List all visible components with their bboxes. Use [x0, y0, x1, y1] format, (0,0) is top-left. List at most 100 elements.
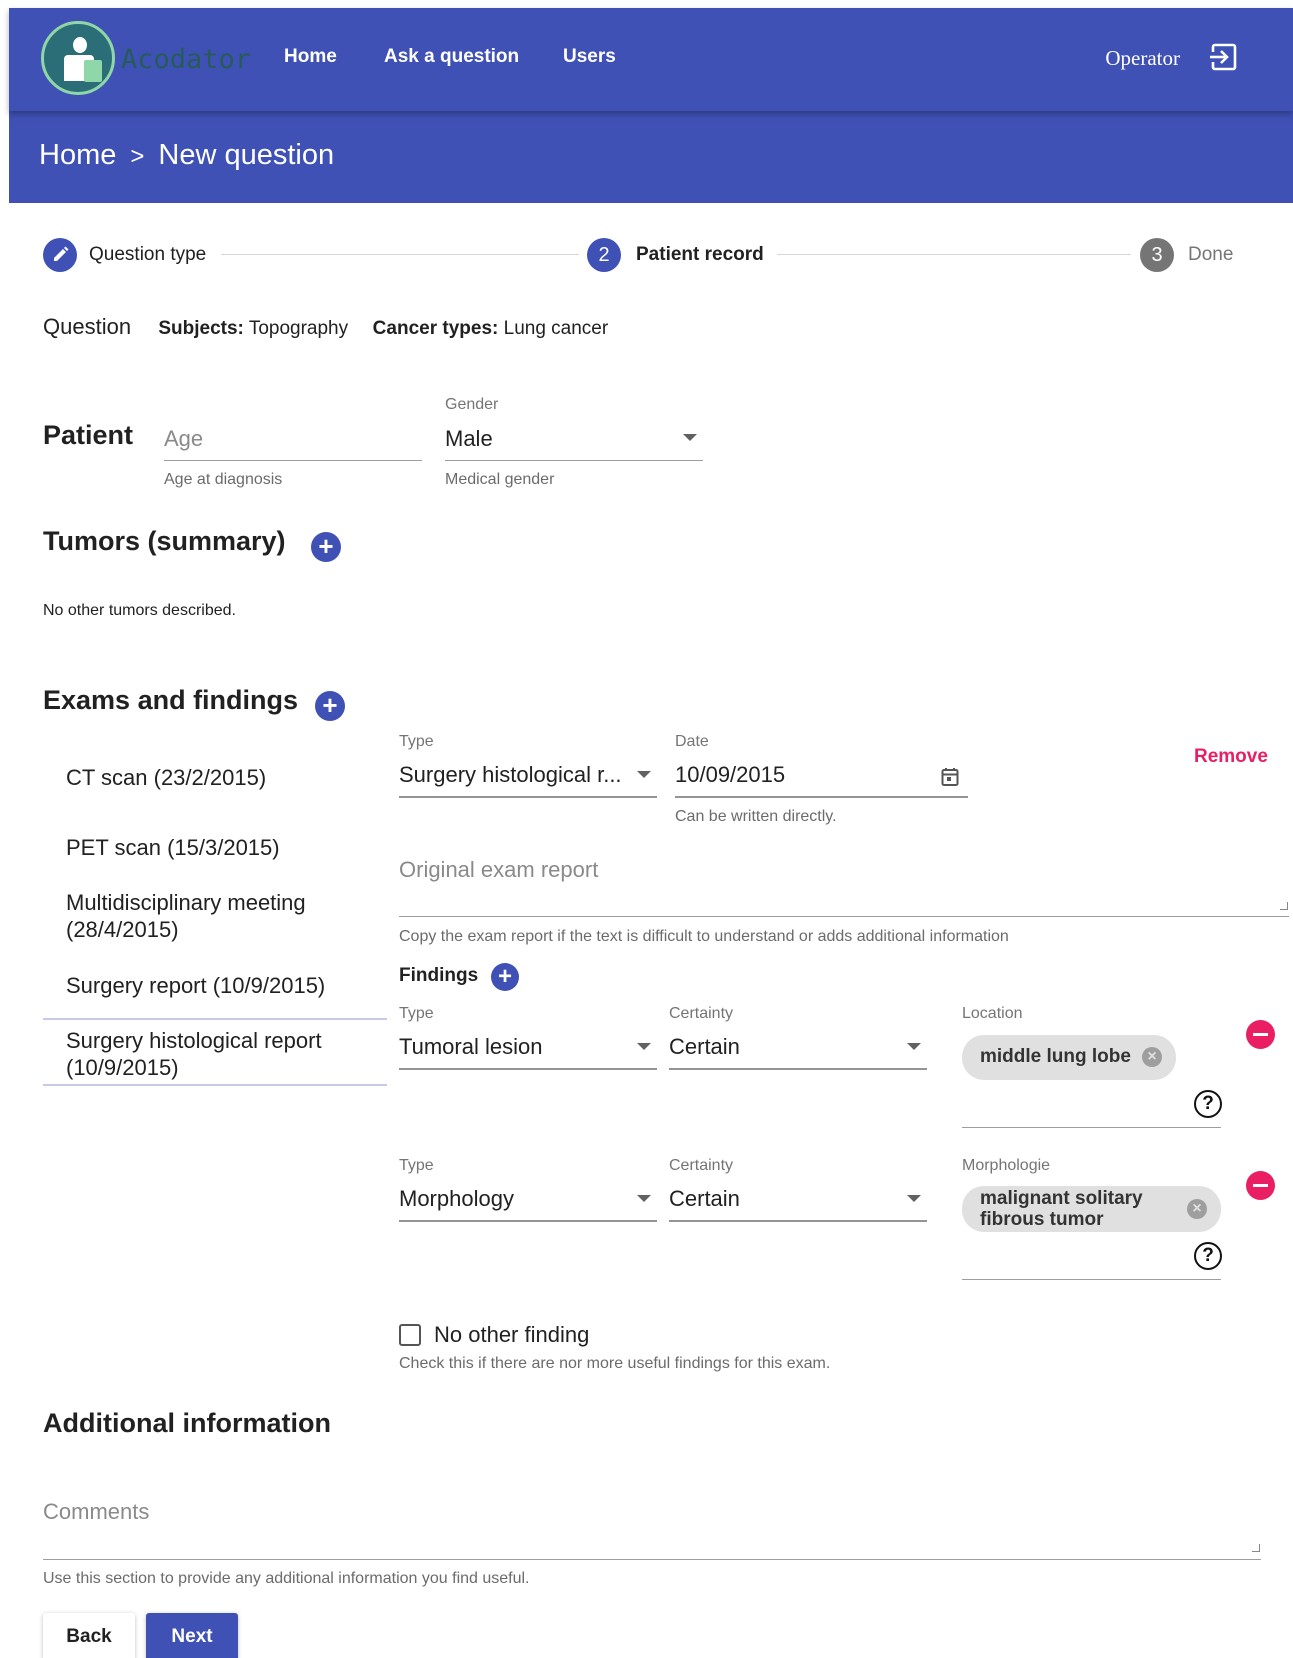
- comments-hint: Use this section to provide any addition…: [43, 1570, 530, 1587]
- morphology-chip-line1: malignant solitary: [980, 1188, 1143, 1209]
- chevron-down-icon[interactable]: [907, 1195, 921, 1202]
- add-tumor-button[interactable]: +: [311, 532, 341, 562]
- chevron-down-icon[interactable]: [683, 434, 697, 441]
- location-chip: middle lung lobe ×: [962, 1035, 1176, 1080]
- gender-label: Gender: [445, 396, 499, 413]
- location-chip-label: middle lung lobe: [980, 1046, 1131, 1067]
- no-other-finding-hint: Check this if there are nor more useful …: [399, 1355, 831, 1372]
- gender-select[interactable]: Male: [445, 426, 493, 452]
- step-connector: [777, 254, 1131, 255]
- next-button[interactable]: Next: [146, 1613, 238, 1658]
- nav-ask-link[interactable]: Ask a question: [384, 46, 519, 68]
- morphology-chip: malignant solitary fibrous tumor ×: [962, 1186, 1221, 1232]
- finding-type-label: Type: [399, 1157, 434, 1174]
- breadcrumb-current: New question: [158, 139, 335, 171]
- selected-exam-border-top: [43, 1018, 387, 1020]
- question-summary: Question Subjects: Topography Cancer typ…: [43, 314, 608, 340]
- exam-report-hint: Copy the exam report if the text is diff…: [399, 928, 1009, 945]
- tumors-title: Tumors (summary): [43, 526, 286, 556]
- back-button[interactable]: Back: [43, 1613, 135, 1658]
- logout-icon[interactable]: [1208, 42, 1238, 72]
- operator-username: Operator: [1105, 46, 1180, 70]
- comments-textarea[interactable]: Comments: [43, 1499, 149, 1525]
- subjects-label: Subjects:: [158, 318, 244, 339]
- finding-certainty-select[interactable]: Certain: [669, 1034, 740, 1060]
- findings-title: Findings: [399, 965, 479, 986]
- step-connector: [221, 254, 579, 255]
- exam-list-item[interactable]: Surgery report (10/9/2015): [66, 972, 325, 999]
- app-logo-text: Acodator: [121, 44, 252, 75]
- age-underline: [164, 460, 422, 461]
- step-edit-icon[interactable]: [43, 238, 77, 272]
- question-title: Question: [43, 314, 132, 339]
- remove-exam-button[interactable]: Remove: [1194, 746, 1268, 768]
- step-number-3: 3: [1140, 238, 1174, 272]
- step-done: Done: [1188, 244, 1234, 265]
- no-other-finding-checkbox[interactable]: [399, 1324, 421, 1346]
- exam-list-item[interactable]: CT scan (23/2/2015): [66, 764, 266, 791]
- chevron-down-icon[interactable]: [637, 1043, 651, 1050]
- remove-finding-button[interactable]: [1246, 1171, 1275, 1200]
- exam-type-underline: [399, 796, 657, 798]
- tumors-empty-text: No other tumors described.: [43, 602, 236, 619]
- exam-report-textarea[interactable]: Original exam report: [399, 857, 598, 883]
- exam-date-underline: [675, 796, 968, 798]
- exam-list-item[interactable]: Multidisciplinary meeting (28/4/2015): [66, 889, 356, 943]
- step-number-2: 2: [587, 238, 621, 272]
- exam-report-underline: [399, 916, 1289, 917]
- no-other-finding-label[interactable]: No other finding: [434, 1322, 589, 1348]
- exam-date-label: Date: [675, 733, 709, 750]
- exam-date-input[interactable]: 10/09/2015: [675, 762, 785, 788]
- resize-handle-icon[interactable]: [1252, 1544, 1260, 1552]
- chevron-down-icon[interactable]: [907, 1043, 921, 1050]
- resize-handle-icon[interactable]: [1280, 902, 1288, 910]
- finding-location-label: Location: [962, 1005, 1023, 1022]
- finding-morphology-label: Morphologie: [962, 1157, 1051, 1174]
- app-logo[interactable]: [41, 21, 115, 95]
- finding-certainty-label: Certainty: [669, 1005, 734, 1022]
- age-hint: Age at diagnosis: [164, 471, 283, 488]
- finding-type-underline: [399, 1220, 657, 1222]
- comments-underline: [43, 1559, 1261, 1560]
- exam-date-hint: Can be written directly.: [675, 808, 837, 825]
- subjects-value: Topography: [248, 318, 349, 339]
- finding-type-label: Type: [399, 1005, 434, 1022]
- remove-finding-button[interactable]: [1246, 1020, 1275, 1049]
- nav-users-link[interactable]: Users: [563, 46, 616, 68]
- exam-list-item-selected[interactable]: Surgery histological report (10/9/2015): [66, 1027, 356, 1081]
- gender-hint: Medical gender: [445, 471, 555, 488]
- add-finding-button[interactable]: +: [491, 963, 519, 991]
- step-question-type[interactable]: Question type: [89, 244, 206, 266]
- help-icon[interactable]: ?: [1194, 1242, 1222, 1270]
- selected-exam-border-bottom: [43, 1084, 387, 1086]
- finding-certainty-underline: [669, 1220, 927, 1222]
- remove-chip-icon[interactable]: ×: [1187, 1199, 1207, 1219]
- cancer-types-value: Lung cancer: [503, 318, 609, 339]
- remove-chip-icon[interactable]: ×: [1142, 1047, 1162, 1067]
- breadcrumb-bar: Home > New question: [9, 111, 1293, 203]
- breadcrumb-separator: >: [130, 143, 145, 170]
- finding-type-select[interactable]: Morphology: [399, 1186, 514, 1212]
- finding-type-select[interactable]: Tumoral lesion: [399, 1034, 542, 1060]
- add-exam-button[interactable]: +: [315, 691, 345, 721]
- step-patient-record: Patient record: [636, 244, 764, 265]
- finding-certainty-select[interactable]: Certain: [669, 1186, 740, 1212]
- chevron-down-icon[interactable]: [637, 771, 651, 778]
- stepper: Question type 2 Patient record 3 Done: [43, 237, 1243, 273]
- exam-type-select[interactable]: Surgery histological r...: [399, 762, 629, 788]
- age-input[interactable]: Age: [164, 426, 203, 452]
- exam-list-item[interactable]: PET scan (15/3/2015): [66, 834, 280, 861]
- nav-home-link[interactable]: Home: [284, 46, 337, 68]
- gender-underline: [445, 460, 703, 461]
- location-underline: [962, 1127, 1221, 1128]
- exams-title: Exams and findings: [43, 685, 299, 715]
- breadcrumb-home[interactable]: Home: [39, 139, 116, 171]
- additional-info-title: Additional information: [43, 1408, 331, 1438]
- help-icon[interactable]: ?: [1194, 1090, 1222, 1118]
- calendar-icon[interactable]: [941, 767, 959, 787]
- chevron-down-icon[interactable]: [637, 1195, 651, 1202]
- cancer-types-label: Cancer types:: [372, 318, 499, 339]
- top-app-bar: Acodator Home Ask a question Users Opera…: [9, 8, 1293, 111]
- morphology-chip-line2: fibrous tumor: [980, 1209, 1104, 1230]
- morphology-underline: [962, 1279, 1221, 1280]
